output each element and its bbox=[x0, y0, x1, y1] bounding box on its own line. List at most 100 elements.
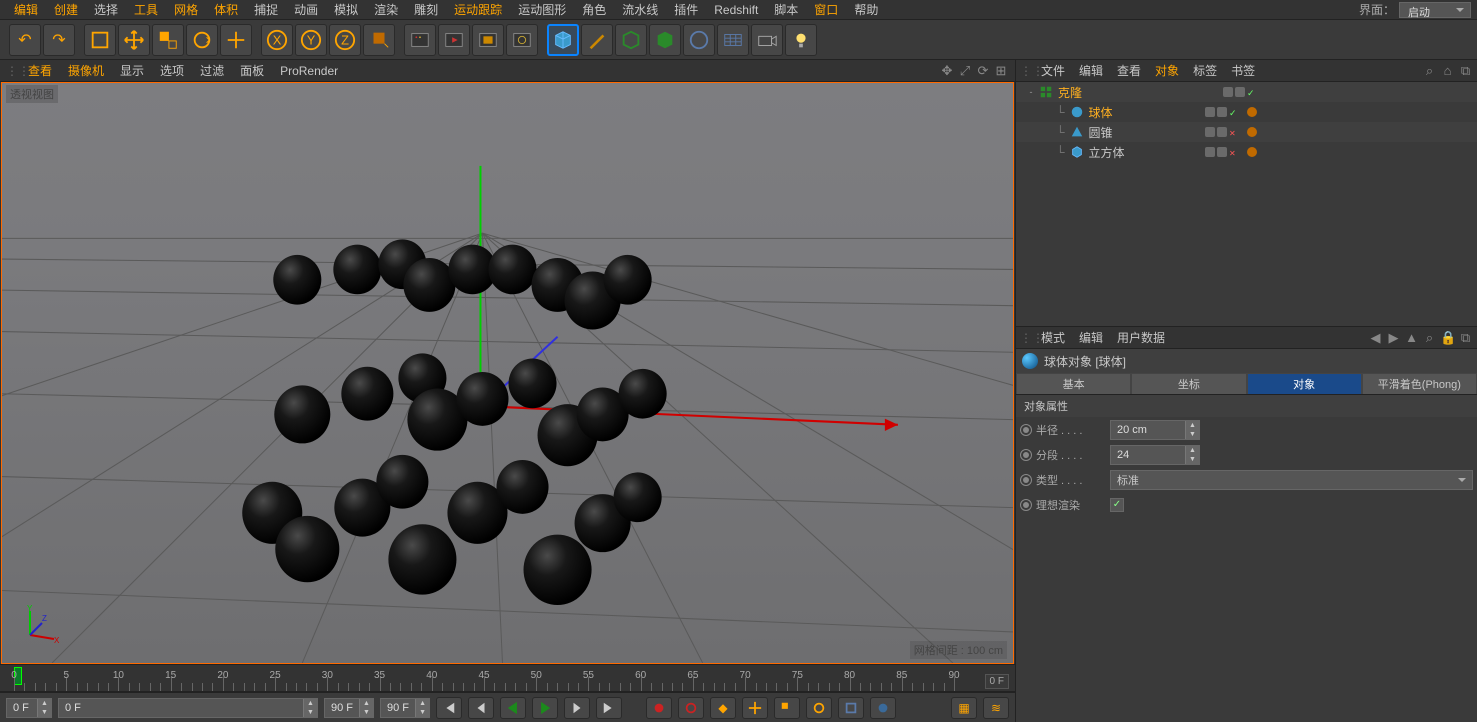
ideal-checkbox[interactable]: ✓ bbox=[1110, 498, 1124, 512]
popout-icon[interactable]: ⧉ bbox=[1458, 330, 1473, 346]
menu-sculpt[interactable]: 雕刻 bbox=[406, 0, 446, 20]
redo-button[interactable]: ↷ bbox=[43, 24, 75, 56]
menu-pipeline[interactable]: 流水线 bbox=[614, 0, 666, 20]
layout-dropdown[interactable]: 启动 bbox=[1399, 2, 1471, 18]
visibility-render-dot[interactable] bbox=[1217, 147, 1227, 157]
axis-y-button[interactable]: Y bbox=[295, 24, 327, 56]
phong-tag-icon[interactable] bbox=[1247, 147, 1257, 157]
vp-menu-filter[interactable]: 过滤 bbox=[192, 60, 232, 81]
frame-end-field[interactable]: 90 F▲▼ bbox=[380, 698, 430, 718]
menu-volume[interactable]: 体积 bbox=[206, 0, 246, 20]
om-menu-edit[interactable]: 编辑 bbox=[1072, 60, 1110, 81]
attr-tab-coord[interactable]: 坐标 bbox=[1131, 373, 1246, 394]
tree-label[interactable]: 克隆 bbox=[1056, 84, 1221, 101]
frame-start-field[interactable]: 0 F▲▼ bbox=[6, 698, 52, 718]
timeline-ruler[interactable]: 0 F 051015202530354045505560657075808590 bbox=[0, 664, 1015, 692]
menu-select[interactable]: 选择 bbox=[86, 0, 126, 20]
goto-start-button[interactable] bbox=[436, 697, 462, 719]
nav-fwd-icon[interactable]: ▶ bbox=[1386, 330, 1401, 346]
om-menu-tags[interactable]: 标签 bbox=[1186, 60, 1224, 81]
dopesheet-button[interactable]: ▦ bbox=[951, 697, 977, 719]
attr-menu-mode[interactable]: 模式 bbox=[1034, 327, 1072, 348]
lasttool-button[interactable] bbox=[220, 24, 252, 56]
tree-row[interactable]: └立方体 bbox=[1016, 142, 1477, 162]
ruler-frame-field[interactable]: 0 F bbox=[985, 674, 1009, 689]
tree-row[interactable]: └球体 bbox=[1016, 102, 1477, 122]
anim-dot[interactable] bbox=[1020, 449, 1032, 461]
vp-menu-panel[interactable]: 面板 bbox=[232, 60, 272, 81]
perspective-viewport[interactable]: 透视视图 网格间距 : 100 cm Y X Z bbox=[1, 82, 1014, 664]
play-back-button[interactable] bbox=[500, 697, 526, 719]
key-param-button[interactable] bbox=[838, 697, 864, 719]
render-settings-button[interactable] bbox=[506, 24, 538, 56]
render-pv-button[interactable] bbox=[472, 24, 504, 56]
axis-x-button[interactable]: X bbox=[261, 24, 293, 56]
primitive-cube-button[interactable] bbox=[547, 24, 579, 56]
segments-field[interactable]: 24▲▼ bbox=[1110, 445, 1200, 465]
menu-help[interactable]: 帮助 bbox=[846, 0, 886, 20]
visibility-editor-dot[interactable] bbox=[1205, 147, 1215, 157]
grip-icon[interactable]: ⋮⋮ bbox=[1020, 64, 1034, 78]
move-tool[interactable] bbox=[118, 24, 150, 56]
om-menu-object[interactable]: 对象 bbox=[1148, 60, 1186, 81]
vp-nav-move-icon[interactable]: ✥ bbox=[939, 63, 955, 79]
popout-icon[interactable]: ⧉ bbox=[1458, 63, 1473, 79]
render-view-button[interactable] bbox=[404, 24, 436, 56]
key-rot-button[interactable] bbox=[806, 697, 832, 719]
om-menu-file[interactable]: 文件 bbox=[1034, 60, 1072, 81]
menu-mesh[interactable]: 网格 bbox=[166, 0, 206, 20]
lock-icon[interactable]: 🔒 bbox=[1440, 330, 1455, 346]
rotate-tool[interactable] bbox=[186, 24, 218, 56]
om-menu-bookmarks[interactable]: 书签 bbox=[1224, 60, 1262, 81]
light-button[interactable] bbox=[785, 24, 817, 56]
tree-row[interactable]: - 克隆 bbox=[1016, 82, 1477, 102]
axis-z-button[interactable]: Z bbox=[329, 24, 361, 56]
menu-create[interactable]: 创建 bbox=[46, 0, 86, 20]
tree-toggle[interactable]: - bbox=[1026, 87, 1036, 97]
next-key-button[interactable] bbox=[564, 697, 590, 719]
environment-button[interactable] bbox=[683, 24, 715, 56]
enable-flag[interactable] bbox=[1247, 87, 1257, 97]
camera-grid-button[interactable] bbox=[717, 24, 749, 56]
search-icon[interactable]: ⌕ bbox=[1422, 330, 1437, 346]
record-button[interactable] bbox=[646, 697, 672, 719]
grip-icon[interactable]: ⋮⋮ bbox=[1020, 331, 1034, 345]
anim-dot[interactable] bbox=[1020, 424, 1032, 436]
attr-tab-object[interactable]: 对象 bbox=[1247, 373, 1362, 394]
tree-label[interactable]: 圆锥 bbox=[1087, 124, 1203, 141]
visibility-render-dot[interactable] bbox=[1235, 87, 1245, 97]
search-icon[interactable]: ⌕ bbox=[1422, 63, 1437, 79]
range-end-field[interactable]: 90 F▲▼ bbox=[324, 698, 374, 718]
object-tree[interactable]: -克隆└球体└圆锥└立方体 bbox=[1016, 82, 1477, 326]
menu-window[interactable]: 窗口 bbox=[806, 0, 846, 20]
vp-menu-options[interactable]: 选项 bbox=[152, 60, 192, 81]
menu-simulate[interactable]: 模拟 bbox=[326, 0, 366, 20]
menu-mograph[interactable]: 运动图形 bbox=[510, 0, 574, 20]
undo-button[interactable]: ↶ bbox=[9, 24, 41, 56]
menu-tools[interactable]: 工具 bbox=[126, 0, 166, 20]
tree-label[interactable]: 球体 bbox=[1087, 104, 1203, 121]
select-tool[interactable] bbox=[84, 24, 116, 56]
range-start-field[interactable]: 0 F▲▼ bbox=[58, 698, 318, 718]
vp-menu-display[interactable]: 显示 bbox=[112, 60, 152, 81]
menu-render[interactable]: 渲染 bbox=[366, 0, 406, 20]
menu-redshift[interactable]: Redshift bbox=[706, 1, 766, 19]
attr-menu-userdata[interactable]: 用户数据 bbox=[1110, 327, 1172, 348]
radius-field[interactable]: 20 cm▲▼ bbox=[1110, 420, 1200, 440]
home-icon[interactable]: ⌂ bbox=[1440, 63, 1455, 79]
coord-sys-button[interactable] bbox=[363, 24, 395, 56]
visibility-render-dot[interactable] bbox=[1217, 127, 1227, 137]
fcurve-button[interactable]: ≋ bbox=[983, 697, 1009, 719]
visibility-editor-dot[interactable] bbox=[1205, 127, 1215, 137]
anim-dot[interactable] bbox=[1020, 499, 1032, 511]
enable-flag[interactable] bbox=[1229, 107, 1239, 117]
visibility-editor-dot[interactable] bbox=[1205, 107, 1215, 117]
goto-end-button[interactable] bbox=[596, 697, 622, 719]
enable-flag[interactable] bbox=[1229, 147, 1239, 157]
vp-menu-camera[interactable]: 摄像机 bbox=[60, 60, 112, 81]
attr-tab-basic[interactable]: 基本 bbox=[1016, 373, 1131, 394]
nav-up-icon[interactable]: ▲ bbox=[1404, 330, 1419, 346]
attr-menu-edit[interactable]: 编辑 bbox=[1072, 327, 1110, 348]
anim-dot[interactable] bbox=[1020, 474, 1032, 486]
vp-nav-rotate-icon[interactable]: ⟳ bbox=[975, 63, 991, 79]
